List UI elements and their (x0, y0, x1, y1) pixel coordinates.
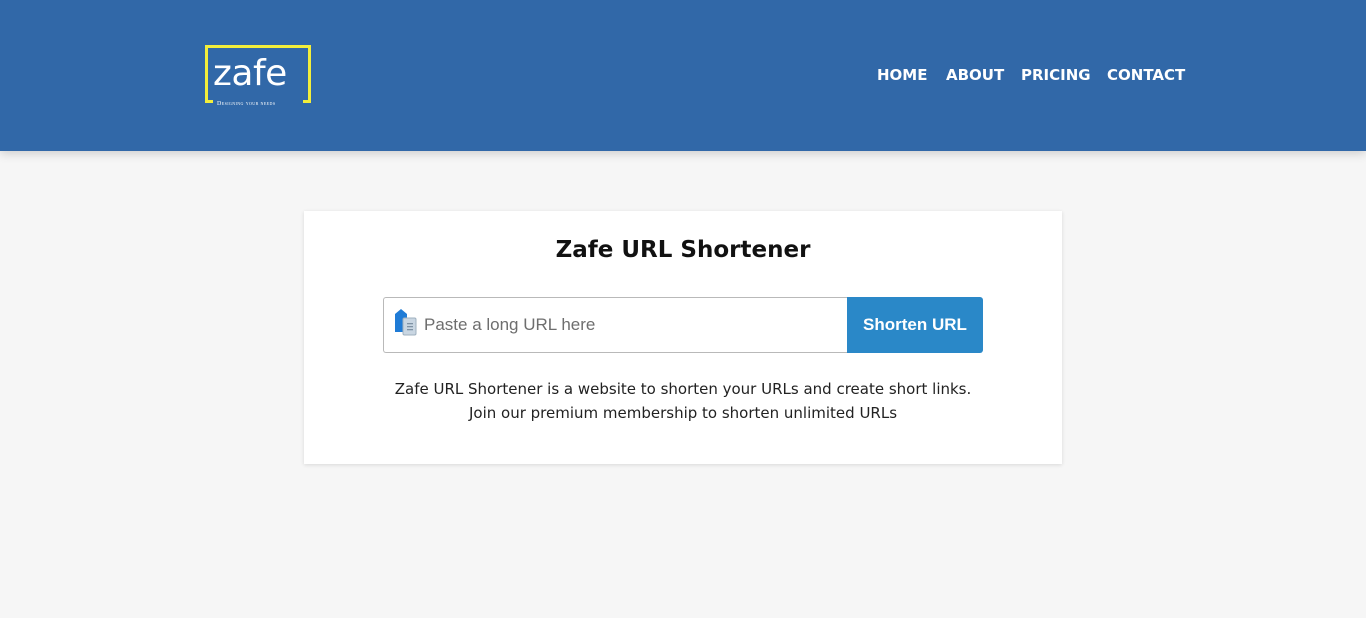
logo-frame-corner-left (205, 100, 213, 103)
description-line-1: Zafe URL Shortener is a website to short… (394, 380, 972, 398)
shorten-url-button[interactable]: Shorten URL (847, 297, 983, 353)
logo[interactable]: zafe Designing your needs (205, 45, 311, 107)
url-input[interactable] (424, 298, 844, 352)
logo-frame-corner-right (303, 100, 311, 103)
logo-tagline: Designing your needs (217, 101, 276, 107)
nav-pricing-link[interactable]: PRICING (1021, 65, 1091, 85)
url-input-group (383, 297, 848, 353)
nav-contact-link[interactable]: CONTACT (1107, 65, 1185, 85)
nav-about-link[interactable]: ABOUT (946, 65, 1004, 85)
shortener-card: Zafe URL Shortener Shorten URL Zafe URL … (304, 211, 1062, 464)
nav-home-link[interactable]: HOME (877, 65, 927, 85)
site-header: zafe Designing your needs HOME ABOUT PRI… (0, 0, 1366, 151)
logo-wordmark: zafe (213, 53, 287, 94)
description-line-2: Join our premium membership to shorten u… (468, 404, 898, 422)
clipboard-icon (395, 309, 417, 336)
page-title: Zafe URL Shortener (555, 237, 811, 263)
